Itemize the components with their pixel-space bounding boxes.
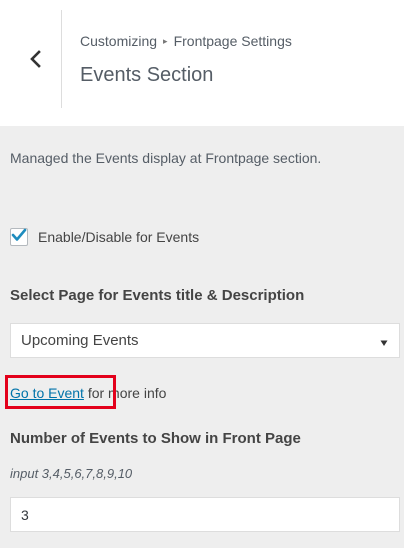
- breadcrumb-separator-icon: ▸: [163, 35, 168, 46]
- chevron-left-icon: [29, 49, 43, 69]
- enable-events-row: Enable/Disable for Events: [10, 228, 199, 246]
- page-select-label: Select Page for Events title & Descripti…: [10, 287, 305, 304]
- info-text: Go to Event for more info: [10, 385, 166, 401]
- back-button[interactable]: [10, 10, 62, 108]
- customizer-header: Customizing ▸ Frontpage Settings Events …: [0, 0, 404, 110]
- info-suffix: for more info: [83, 385, 167, 401]
- enable-events-label: Enable/Disable for Events: [38, 229, 200, 245]
- page-select[interactable]: Upcoming Events: [10, 323, 400, 358]
- go-to-event-link[interactable]: Go to Event: [10, 385, 84, 401]
- number-field-hint: input 3,4,5,6,7,8,9,10: [10, 466, 133, 481]
- section-description: Managed the Events display at Frontpage …: [10, 150, 322, 166]
- number-of-events-input[interactable]: 3: [10, 497, 400, 532]
- breadcrumb-root: Customizing: [80, 33, 158, 49]
- breadcrumb-parent: Frontpage Settings: [173, 33, 292, 49]
- number-of-events-value: 3: [21, 506, 29, 523]
- enable-events-checkbox[interactable]: [10, 228, 28, 246]
- section-title: Events Section: [80, 64, 214, 86]
- dropdown-arrow-icon: [379, 335, 389, 346]
- page-select-value: Upcoming Events: [21, 332, 139, 349]
- breadcrumb: Customizing ▸ Frontpage Settings: [80, 33, 292, 49]
- checkmark-icon: [11, 228, 27, 247]
- number-field-label: Number of Events to Show in Front Page: [10, 430, 301, 447]
